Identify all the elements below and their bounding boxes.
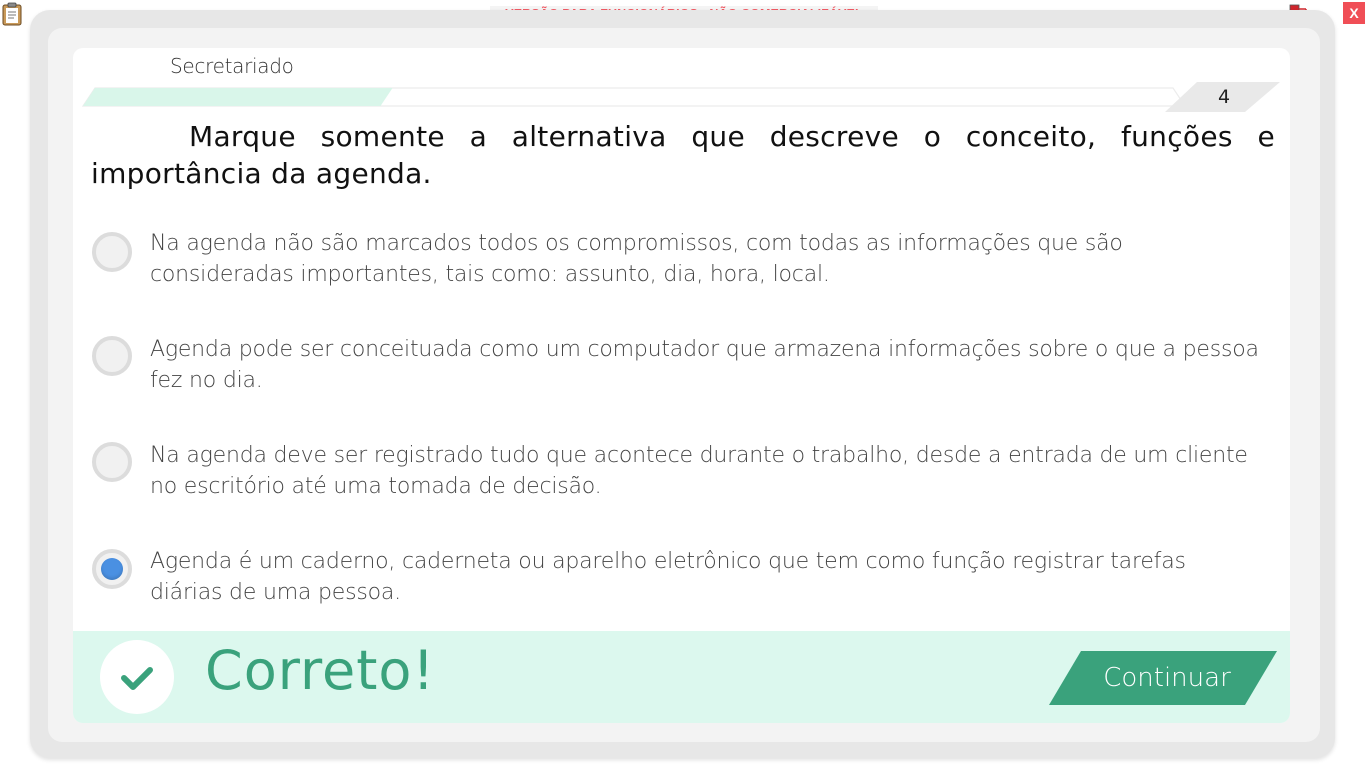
radio-button[interactable] — [92, 232, 132, 272]
clipboard-icon[interactable] — [2, 2, 22, 26]
progress-fill — [83, 88, 393, 106]
question-card: Secretariado 4 Marque somente a alternat… — [73, 48, 1290, 723]
radio-button[interactable] — [92, 442, 132, 482]
close-button[interactable]: X — [1343, 2, 1365, 24]
option-text: Na agenda deve ser registrado tudo que a… — [150, 443, 1248, 499]
progress-bar — [81, 82, 1280, 112]
option-3[interactable]: Na agenda deve ser registrado tudo que a… — [90, 440, 1260, 510]
continue-button[interactable]: Continuar — [1049, 651, 1277, 705]
option-2[interactable]: Agenda pode ser conceituada como um comp… — [90, 334, 1260, 404]
continue-label: Continuar — [1103, 663, 1231, 693]
check-icon — [121, 667, 153, 690]
option-4[interactable]: Agenda é um caderno, caderneta ou aparel… — [90, 546, 1260, 616]
radio-button-selected[interactable] — [92, 549, 132, 589]
feedback-result: Correto! — [205, 639, 436, 702]
radio-button[interactable] — [92, 336, 132, 376]
option-1[interactable]: Na agenda não são marcados todos os comp… — [90, 228, 1260, 298]
option-text: Agenda pode ser conceituada como um comp… — [150, 337, 1259, 393]
feedback-bar: Correto! Continuar — [73, 631, 1290, 723]
question-text: Marque somente a alternativa que descrev… — [91, 120, 1275, 190]
page-number: 4 — [1217, 86, 1231, 108]
check-badge — [100, 640, 174, 714]
option-text: Agenda é um caderno, caderneta ou aparel… — [150, 549, 1186, 605]
subject-title: Secretariado — [170, 54, 294, 78]
option-text: Na agenda não são marcados todos os comp… — [150, 231, 1123, 287]
